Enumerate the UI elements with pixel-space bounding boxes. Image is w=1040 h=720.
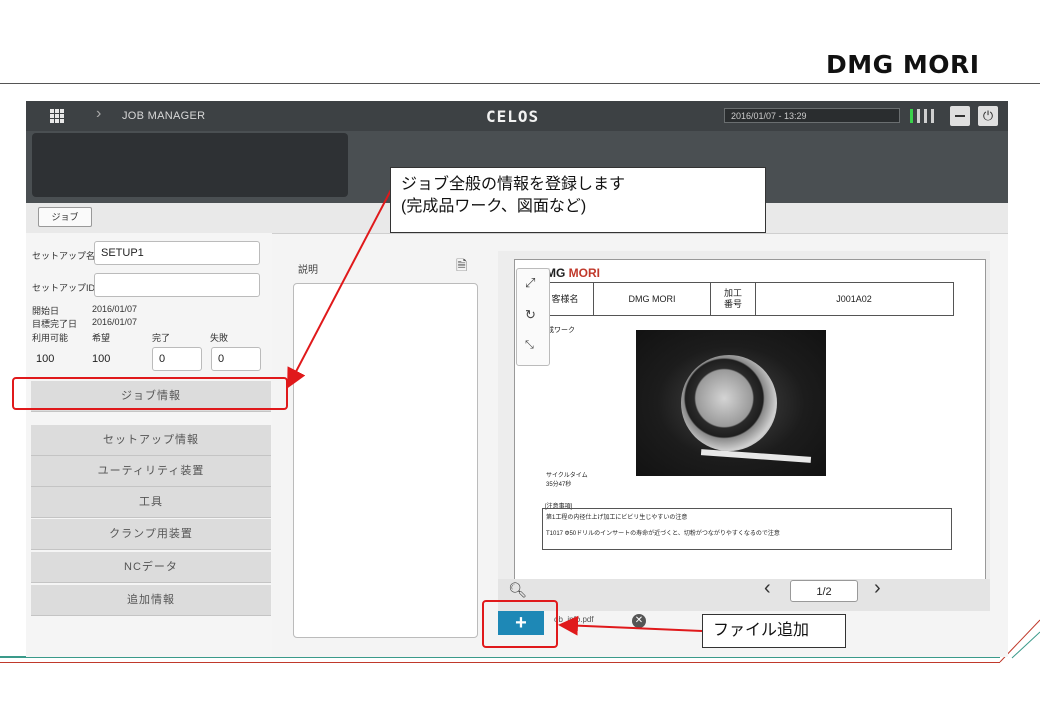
callout-add-file: ファイル追加	[702, 614, 846, 648]
arrow-to-job-info	[287, 187, 393, 389]
annotation-arrows	[287, 187, 703, 636]
arrow-to-add-button	[558, 615, 703, 636]
callout-job-info: ジョブ全般の情報を登録します (完成品ワーク、図面など)	[390, 167, 766, 233]
